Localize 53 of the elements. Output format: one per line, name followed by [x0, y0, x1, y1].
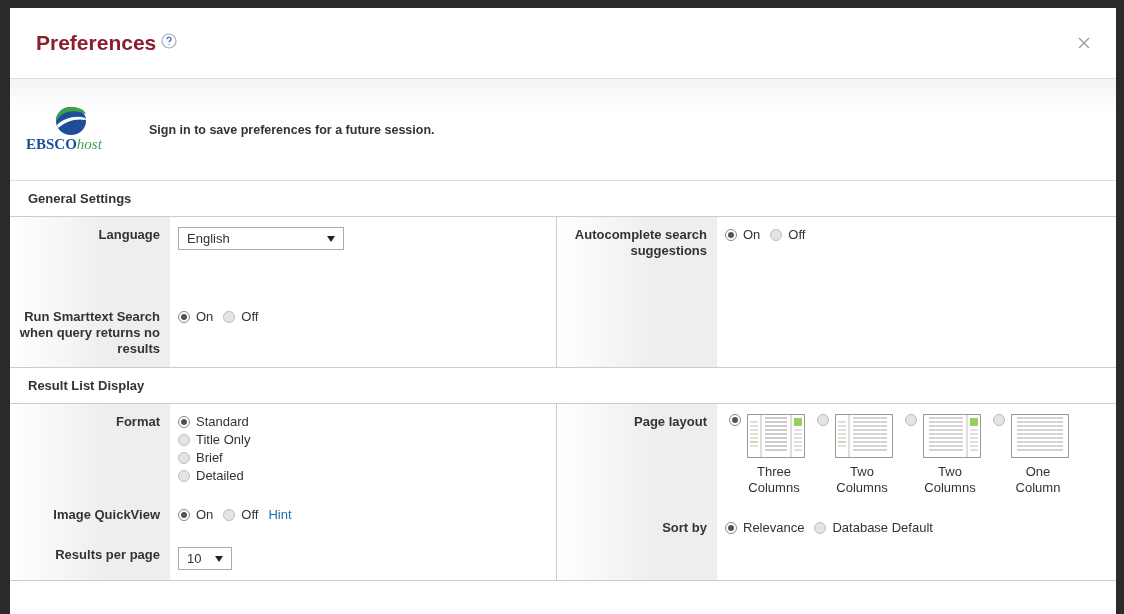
dropdown[interactable]: English — [178, 227, 344, 250]
radio-button[interactable] — [725, 521, 737, 534]
option-label: Brief — [196, 450, 223, 465]
caret-icon — [327, 235, 335, 242]
setting-label: Format — [114, 414, 161, 431]
caret-icon — [215, 555, 223, 562]
sign-in-message: Sign in to save preferences for a future session. — [149, 122, 435, 137]
option-label: Two Columns — [923, 464, 977, 496]
option-label: Standard — [196, 414, 249, 429]
radio-button[interactable] — [223, 508, 236, 521]
radio-button[interactable] — [178, 415, 190, 428]
radio-button[interactable] — [178, 451, 190, 464]
option-label: One Column — [1014, 464, 1062, 496]
option-label: On — [196, 309, 214, 324]
swoosh-logo-icon — [54, 106, 88, 136]
radio-button[interactable] — [814, 521, 827, 534]
option-label: Title Only — [196, 432, 251, 447]
option-label: On — [743, 227, 761, 242]
option-label: Off — [241, 309, 259, 324]
radio-button[interactable] — [178, 433, 190, 446]
radio-button[interactable] — [178, 469, 190, 482]
option-label: On — [196, 507, 214, 522]
radio-button[interactable] — [178, 310, 190, 323]
radio-button[interactable] — [770, 228, 783, 241]
radio-button[interactable] — [223, 310, 236, 323]
close-icon[interactable] — [1078, 37, 1090, 49]
logo-wordmark: EBSCOhost — [26, 136, 102, 153]
option-label: Two Columns — [835, 464, 889, 496]
radio-button[interactable] — [178, 508, 190, 521]
option-label: Detailed — [196, 468, 244, 483]
radio-button[interactable] — [817, 414, 829, 426]
dialog-title: Preferences — [36, 31, 157, 55]
radio-button[interactable] — [905, 414, 917, 426]
setting-label: Results per page — [54, 547, 161, 564]
section-heading: General Settings — [28, 191, 132, 206]
option-label: Three Columns — [747, 464, 801, 496]
dropdown[interactable]: 10 — [178, 547, 232, 570]
setting-label: Page layout — [633, 414, 708, 431]
setting-label: Sort by — [661, 520, 708, 536]
option-label: Off — [788, 227, 806, 242]
option-label: Off — [241, 507, 259, 522]
setting-label: Image QuickView — [52, 507, 161, 523]
setting-label: Language — [97, 227, 161, 244]
setting-label: Run Smarttext Search when query returns no results — [18, 309, 161, 357]
option-label: Relevance — [743, 520, 805, 535]
hint-link[interactable]: Hint — [268, 507, 292, 522]
radio-button[interactable] — [725, 228, 737, 241]
radio-button[interactable] — [729, 414, 741, 426]
section-heading: Result List Display — [28, 378, 145, 393]
radio-button[interactable] — [993, 414, 1005, 426]
setting-label: Autocomplete search suggestions — [573, 227, 708, 259]
option-label: Database Default — [832, 520, 933, 535]
help-icon[interactable] — [161, 33, 178, 49]
